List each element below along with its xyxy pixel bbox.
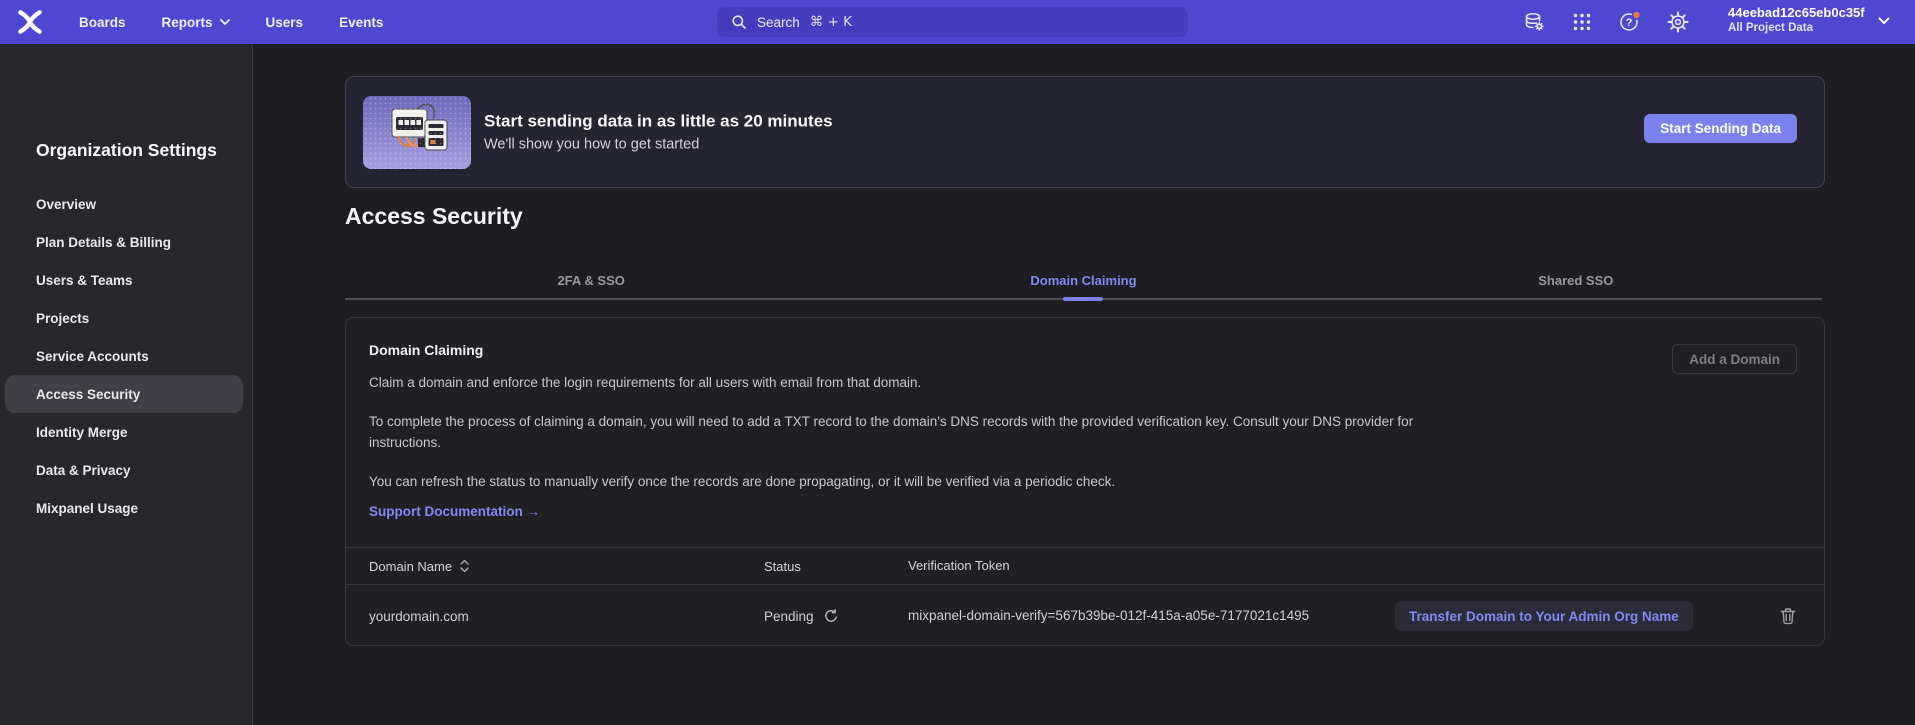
sidebar-title: Organization Settings	[36, 140, 217, 161]
sidebar-item-projects[interactable]: Projects	[0, 299, 253, 337]
tab-shared-sso[interactable]: Shared SSO	[1330, 262, 1822, 298]
sort-icon[interactable]	[460, 559, 469, 573]
project-label: All Project Data	[1728, 21, 1865, 35]
devices-illustration	[363, 96, 471, 169]
header-status: Status	[764, 559, 801, 574]
status-value: Pending	[764, 609, 814, 624]
sidebar-item-identity-merge[interactable]: Identity Merge	[0, 413, 253, 451]
table-header-row: Domain Name Status Verification Token	[346, 547, 1824, 585]
add-domain-button[interactable]: Add a Domain	[1672, 344, 1797, 374]
delete-domain-button[interactable]	[1779, 607, 1797, 625]
card-title: Domain Claiming	[369, 342, 483, 358]
header-domain-name: Domain Name	[369, 559, 452, 574]
sidebar-item-overview[interactable]: Overview	[0, 185, 253, 223]
tab-2fa-sso[interactable]: 2FA & SSO	[345, 262, 837, 298]
card-refresh-note: You can refresh the status to manually v…	[369, 474, 1115, 489]
sidebar-item-users-teams[interactable]: Users & Teams	[0, 261, 253, 299]
card-instructions: To complete the process of claiming a do…	[369, 411, 1413, 453]
account-chevron-down-icon[interactable]	[1878, 17, 1890, 25]
apps-grid-icon[interactable]	[1570, 10, 1594, 34]
help-icon[interactable]: ?	[1618, 10, 1642, 34]
search-input[interactable]: Search ⌘ + K	[717, 7, 1188, 37]
table-row: yourdomain.com Pending mixpanel-domain-v…	[346, 586, 1824, 646]
banner-title: Start sending data in as little as 20 mi…	[484, 112, 833, 132]
banner-text: Start sending data in as little as 20 mi…	[484, 112, 833, 153]
mixpanel-logo-icon[interactable]	[14, 6, 46, 38]
primary-nav: Boards Reports Users Events	[79, 0, 383, 44]
database-gear-icon[interactable]	[1522, 10, 1546, 34]
start-sending-data-button[interactable]: Start Sending Data	[1644, 114, 1797, 143]
nav-item-events[interactable]: Events	[339, 15, 383, 30]
search-shortcut: ⌘ + K	[810, 14, 852, 30]
page-title: Access Security	[345, 203, 523, 230]
verification-token-value: mixpanel-domain-verify=567b39be-012f-415…	[908, 608, 1309, 623]
sidebar-item-access-security[interactable]: Access Security	[5, 375, 243, 413]
notification-dot	[1633, 11, 1641, 19]
sidebar-item-service-accounts[interactable]: Service Accounts	[0, 337, 253, 375]
banner-subtitle: We'll show you how to get started	[484, 137, 833, 153]
settings-gear-icon[interactable]	[1666, 10, 1690, 34]
support-documentation-link[interactable]: Support Documentation →	[369, 504, 540, 519]
transfer-domain-button[interactable]: Transfer Domain to Your Admin Org Name	[1395, 601, 1693, 631]
refresh-status-icon[interactable]	[823, 609, 838, 624]
top-navbar: Boards Reports Users Events Search ⌘ + K	[0, 0, 1915, 44]
search-placeholder: Search	[757, 15, 800, 30]
tab-domain-claiming[interactable]: Domain Claiming	[837, 262, 1329, 298]
nav-item-reports[interactable]: Reports	[162, 15, 230, 30]
domain-name-value: yourdomain.com	[369, 609, 469, 624]
nav-item-boards[interactable]: Boards	[79, 15, 126, 30]
onboarding-banner: Start sending data in as little as 20 mi…	[345, 76, 1825, 188]
nav-item-users[interactable]: Users	[266, 15, 304, 30]
row-actions: Transfer Domain to Your Admin Org Name	[1395, 601, 1797, 631]
header-verification-token: Verification Token	[908, 558, 1010, 573]
search-icon	[731, 14, 747, 30]
sidebar-item-data-privacy[interactable]: Data & Privacy	[0, 451, 253, 489]
domain-claiming-card: Domain Claiming Add a Domain Claim a dom…	[345, 317, 1825, 646]
svg-text:?: ?	[1626, 17, 1633, 29]
trash-icon	[1779, 607, 1797, 625]
sidebar-nav: Overview Plan Details & Billing Users & …	[0, 185, 253, 527]
account-menu[interactable]: 44eebad12c65eb0c35f All Project Data	[1728, 5, 1865, 36]
card-description: Claim a domain and enforce the login req…	[369, 375, 921, 390]
settings-sidebar: Organization Settings Overview Plan Deta…	[0, 44, 253, 725]
org-id: 44eebad12c65eb0c35f	[1728, 5, 1865, 21]
sidebar-item-mixpanel-usage[interactable]: Mixpanel Usage	[0, 489, 253, 527]
chevron-down-icon	[220, 19, 230, 25]
active-tab-indicator	[1063, 297, 1103, 301]
sidebar-item-plan-details-billing[interactable]: Plan Details & Billing	[0, 223, 253, 261]
navbar-icon-group: ?	[1522, 0, 1690, 44]
access-security-tabs: 2FA & SSO Domain Claiming Shared SSO	[345, 262, 1822, 300]
